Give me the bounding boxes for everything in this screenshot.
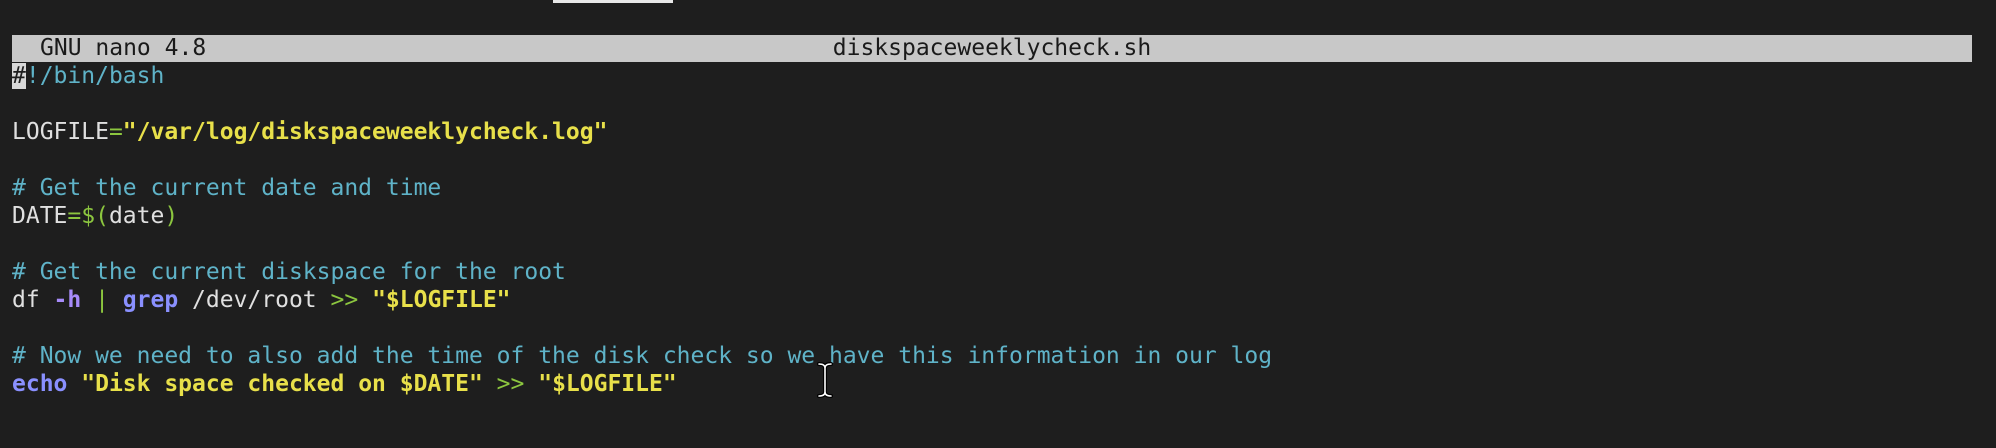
assign-operator: =: [108, 119, 123, 145]
grep-keyword: grep: [122, 287, 179, 313]
string-literal: "$LOGFILE": [372, 287, 511, 313]
code-line-10[interactable]: [12, 314, 1996, 342]
nano-title-bar: GNU nano 4.8 diskspaceweeklycheck.sh: [12, 35, 1972, 62]
file-name: diskspaceweeklycheck.sh: [832, 35, 1152, 61]
pipe-operator: |: [81, 287, 123, 313]
editor-text-area[interactable]: #!/bin/bash LOGFILE="/var/log/diskspacew…: [12, 62, 1996, 398]
code-line-4[interactable]: [12, 146, 1996, 174]
variable-name: LOGFILE: [12, 119, 109, 145]
code-line-9[interactable]: df -h | grep /dev/root >> "$LOGFILE": [12, 286, 1996, 314]
comment-text: # Get the current date and time: [12, 175, 442, 201]
text-cursor: #: [12, 63, 26, 89]
string-literal: "$LOGFILE": [538, 371, 677, 397]
command-option: -h: [53, 287, 82, 313]
code-line-3[interactable]: LOGFILE="/var/log/diskspaceweeklycheck.l…: [12, 118, 1996, 146]
string-literal: "Disk space checked on $DATE": [81, 371, 483, 397]
redirect-operator: >>: [330, 287, 373, 313]
redirect-operator: >>: [482, 371, 539, 397]
code-line-6[interactable]: DATE=$(date): [12, 202, 1996, 230]
code-line-8[interactable]: # Get the current diskspace for the root: [12, 258, 1996, 286]
code-line-5[interactable]: # Get the current date and time: [12, 174, 1996, 202]
window-tab-indicator: [553, 0, 673, 3]
variable-name: DATE: [12, 203, 68, 229]
code-line-2[interactable]: [12, 90, 1996, 118]
code-line-7[interactable]: [12, 230, 1996, 258]
code-line-1[interactable]: #!/bin/bash: [12, 62, 1996, 90]
comment-text: # Get the current diskspace for the root: [12, 259, 566, 285]
string-literal: "/var/log/diskspaceweeklycheck.log": [122, 119, 608, 145]
code-line-12[interactable]: echo "Disk space checked on $DATE" >> "$…: [12, 370, 1996, 398]
shebang-text: !/bin/bash: [25, 63, 165, 89]
command-name: date: [108, 203, 165, 229]
command-substitution-open: =$(: [67, 203, 109, 229]
code-line-11[interactable]: # Now we need to also add the time of th…: [12, 342, 1996, 370]
command-substitution-close: ): [164, 203, 179, 229]
command-name: df: [12, 287, 54, 313]
i-beam-cursor-icon: [817, 362, 833, 398]
comment-text: # Now we need to also add the time of th…: [12, 343, 1273, 369]
echo-keyword: echo: [12, 371, 68, 397]
path-argument: /dev/root: [178, 287, 331, 313]
